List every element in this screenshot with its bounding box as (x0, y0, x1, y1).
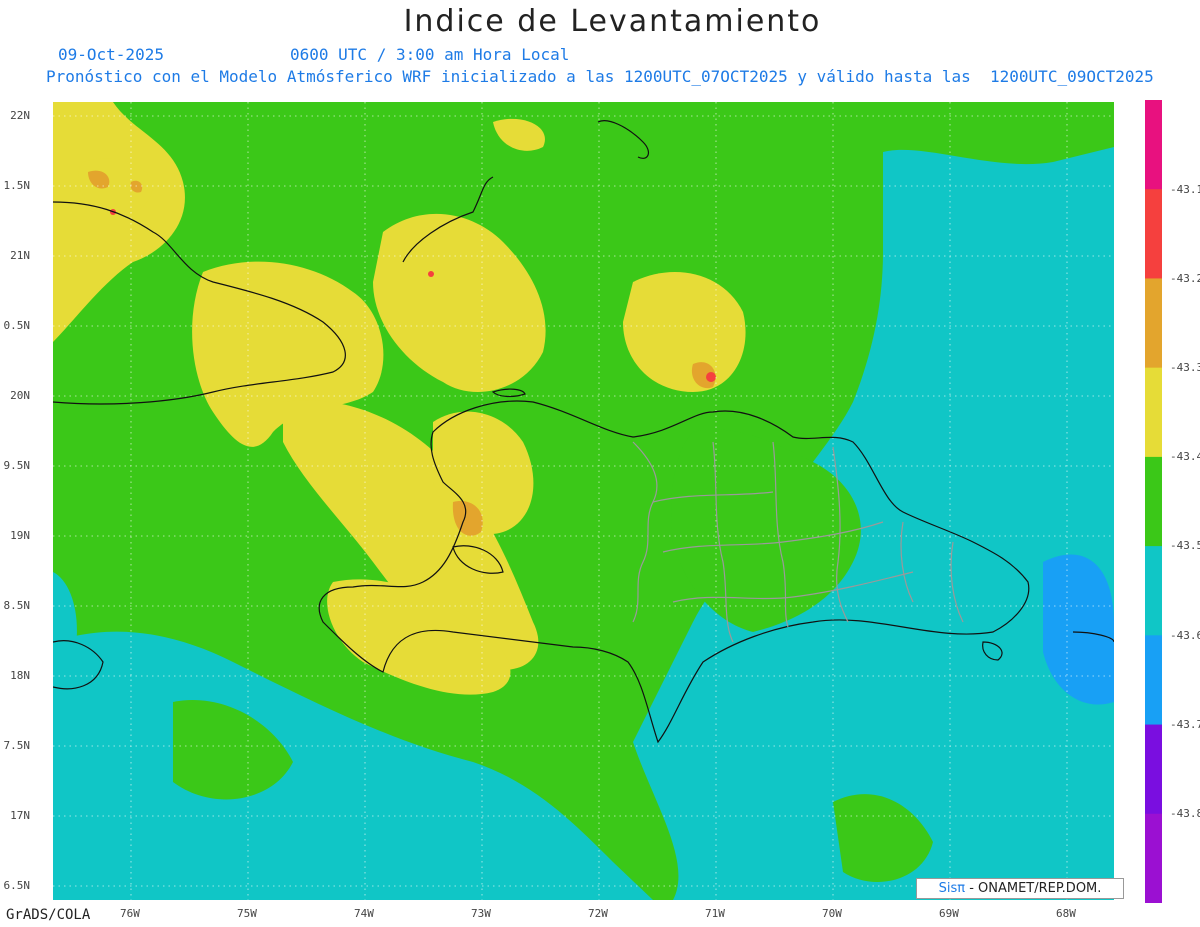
colorbar-label: -43.1 (1170, 183, 1200, 196)
colorbar-segment (1145, 635, 1162, 726)
colorbar-segment (1145, 546, 1162, 636)
time-label: 0600 UTC / 3:00 am Hora Local (290, 45, 570, 64)
lat-label: 8.5N (3, 599, 31, 612)
colorbar-label: -43.5 (1170, 539, 1200, 552)
lat-label: 22N (10, 109, 30, 122)
colorbar-label: -43.4 (1170, 450, 1200, 463)
colorbar-label: -43.6 (1170, 629, 1200, 642)
lon-label: 68W (1056, 907, 1076, 920)
colorbar-segment (1145, 189, 1162, 279)
lat-label: 7.5N (3, 739, 31, 752)
colorbar-label: -43.2 (1170, 272, 1200, 285)
colorbar-label: -43.3 (1170, 361, 1200, 374)
lat-label: 20N (10, 389, 30, 402)
credit-text: - ONAMET/REP.DOM. (969, 881, 1102, 896)
lat-label: 21N (10, 249, 30, 262)
lon-label: 70W (822, 907, 842, 920)
map-title: Indice de Levantamiento (403, 4, 822, 39)
lat-label: 18N (10, 669, 30, 682)
credit-brand: Sisπ (938, 881, 966, 896)
credit-box: Sisπ - ONAMET/REP.DOM. (916, 878, 1124, 899)
lon-label: 76W (120, 907, 140, 920)
colorbar-label: -43.7 (1170, 718, 1200, 731)
lat-label: 1.5N (3, 179, 31, 192)
date-label: 09-Oct-2025 (58, 45, 164, 64)
forecast-map (53, 102, 1114, 900)
lon-label: 72W (588, 907, 608, 920)
colorbar-segment (1145, 367, 1162, 458)
colorbar (1145, 100, 1162, 903)
lat-label: 0.5N (3, 319, 31, 332)
lon-label: 74W (354, 907, 374, 920)
lon-label: 73W (471, 907, 491, 920)
lat-label: 19N (10, 529, 30, 542)
field-red (428, 271, 434, 277)
field-red (706, 372, 716, 382)
colorbar-segment (1145, 278, 1162, 369)
lon-label: 69W (939, 907, 959, 920)
model-subtitle: Pronóstico con el Modelo Atmósferico WRF… (46, 67, 1154, 86)
colorbar-segment (1145, 724, 1162, 815)
lat-label: 6.5N (3, 879, 31, 892)
lat-label: 17N (10, 809, 30, 822)
lon-label: 75W (237, 907, 257, 920)
colorbar-label: -43.8 (1170, 807, 1200, 820)
colorbar-segment (1145, 456, 1162, 547)
lon-label: 71W (705, 907, 725, 920)
colorbar-segment (1145, 100, 1162, 190)
lat-label: 9.5N (3, 459, 31, 472)
grads-footer: GrADS/COLA (6, 907, 91, 923)
colorbar-segment (1145, 813, 1162, 903)
